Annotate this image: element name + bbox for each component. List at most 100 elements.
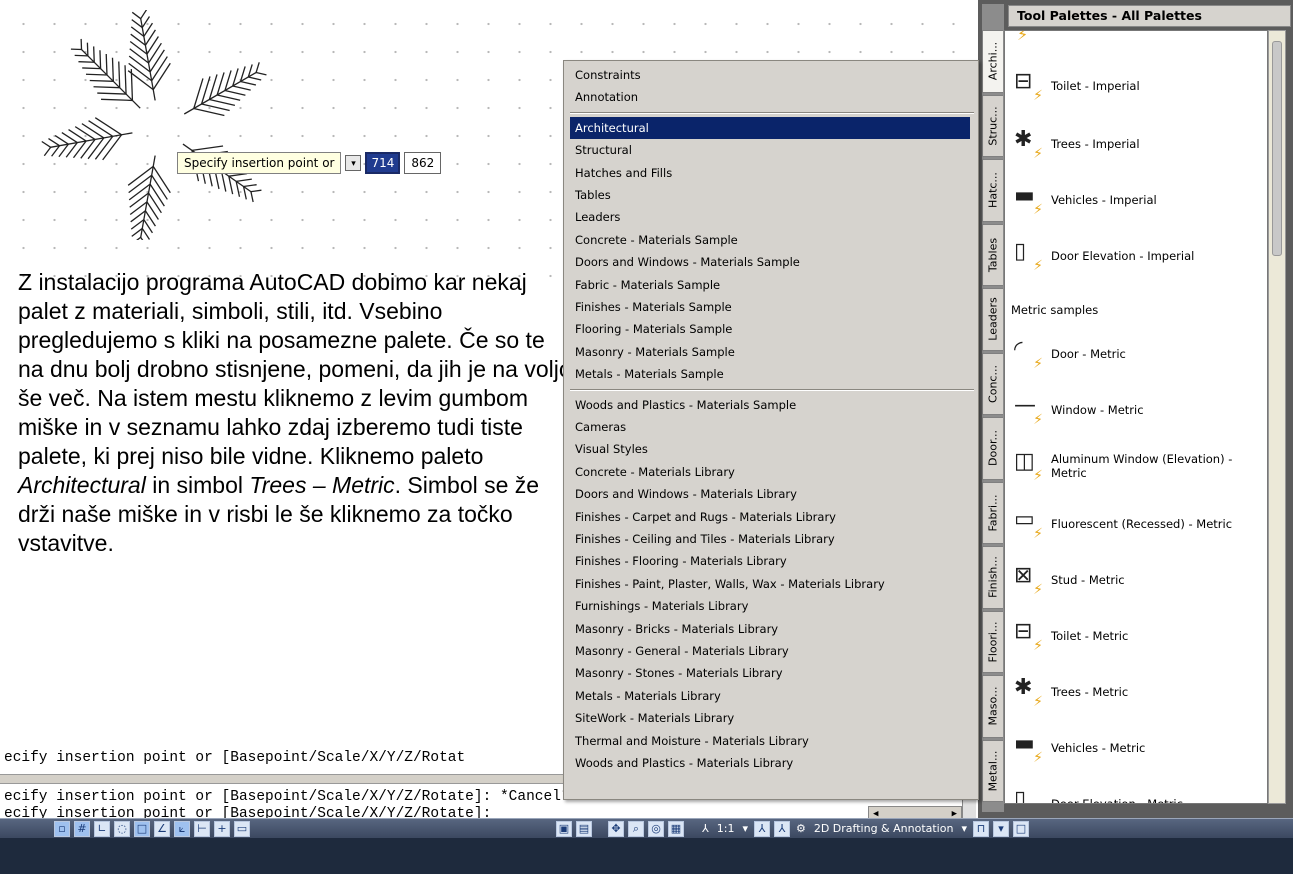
menu-item[interactable]: Architectural <box>570 116 970 139</box>
palette-tab-label: Fabri... <box>986 494 1000 532</box>
tool-item[interactable]: ⊠ ⚡ Stud - Metric <box>1011 563 1263 598</box>
polar-tracking-icon[interactable]: ◌ <box>114 820 130 837</box>
model-space-icon[interactable]: ▣ <box>556 820 572 837</box>
x-coordinate-input[interactable]: 714 <box>365 151 401 174</box>
palette-tab[interactable]: Fabri... <box>982 481 1003 544</box>
tool-item[interactable]: ◜ ⚡ Door - Metric <box>1011 337 1263 372</box>
menu-item[interactable]: Metals - Materials Library <box>570 685 970 707</box>
y-coordinate-input[interactable]: 862 <box>404 151 442 174</box>
palette-tab[interactable]: Leaders <box>982 288 1003 351</box>
tool-item[interactable]: ▯⚡ Door Elevation - Metric <box>1011 787 1263 804</box>
menu-item[interactable]: Structural <box>570 139 970 161</box>
menu-item[interactable]: Finishes - Materials Sample <box>570 296 970 318</box>
menu-item[interactable]: Finishes - Paint, Plaster, Walls, Wax - … <box>570 573 970 595</box>
menu-item[interactable]: Fabric - Materials Sample <box>570 274 970 296</box>
statusbar-menu-icon[interactable]: ▾ <box>992 820 1009 837</box>
palette-tab[interactable]: Hatc... <box>982 159 1003 222</box>
menu-item[interactable]: Masonry - Bricks - Materials Library <box>570 618 970 640</box>
menu-item[interactable]: Finishes - Ceiling and Tiles - Materials… <box>570 528 970 550</box>
tool-item[interactable]: — ⚡ Window - Metric <box>1011 393 1263 428</box>
tool-item[interactable]: ⊟ ⚡ Toilet - Metric <box>1011 619 1263 654</box>
menu-item[interactable]: Visual Styles <box>570 438 970 460</box>
3d-osnap-icon[interactable]: ∠ <box>154 820 170 837</box>
steering-wheel-icon[interactable]: ◎ <box>648 820 664 837</box>
dynamic-ucs-icon[interactable]: ⊢ <box>194 820 210 837</box>
menu-item[interactable]: Masonry - General - Materials Library <box>570 640 970 662</box>
layout-icon[interactable]: ▤ <box>576 820 592 837</box>
menu-item[interactable]: Finishes - Carpet and Rugs - Materials L… <box>570 506 970 528</box>
menu-item[interactable]: Thermal and Moisture - Materials Library <box>570 730 970 752</box>
annotation-scale[interactable]: 1:1 <box>717 822 735 835</box>
menu-item[interactable]: Masonry - Materials Sample <box>570 341 970 363</box>
partial-tool-icon[interactable]: ⚡ <box>1017 31 1028 44</box>
tool-item[interactable]: ◫ ⚡ Aluminum Window (Elevation) - Metric <box>1011 449 1263 484</box>
palette-tab[interactable]: Door... <box>982 417 1003 480</box>
pan-icon[interactable]: ✥ <box>608 820 624 837</box>
menu-item[interactable]: Tables <box>570 184 970 206</box>
menu-item[interactable]: Concrete - Materials Library <box>570 461 970 483</box>
menu-item[interactable]: Constraints <box>570 64 970 86</box>
palette-tab[interactable]: Finish... <box>982 546 1003 609</box>
menu-item[interactable]: Leaders <box>570 206 970 228</box>
palette-tab[interactable]: Struc... <box>982 94 1003 157</box>
menu-item[interactable]: Doors and Windows - Materials Library <box>570 483 970 505</box>
menu-item[interactable]: SiteWork - Materials Library <box>570 707 970 729</box>
scale-dropdown-icon[interactable]: ▾ <box>742 822 748 835</box>
dynamic-input-icon[interactable]: + <box>214 820 230 837</box>
snap-mode-icon[interactable]: ▫ <box>54 820 70 837</box>
workspace-switcher[interactable]: 2D Drafting & Annotation <box>814 822 954 835</box>
menu-item[interactable]: Finishes - Flooring - Materials Library <box>570 550 970 572</box>
tool-item[interactable]: ▬ ⚡ Vehicles - Metric <box>1011 731 1263 766</box>
menu-item[interactable]: Cameras <box>570 416 970 438</box>
down-arrow-icon[interactable]: ▾ <box>345 154 362 171</box>
palette-tab-label: Hatc... <box>986 172 1000 209</box>
tool-item[interactable]: ▯ ⚡ Door Elevation - Imperial <box>1011 239 1263 274</box>
palette-tab[interactable]: Metal... <box>982 739 1003 802</box>
menu-divider <box>570 388 974 391</box>
menu-item[interactable]: Doors and Windows - Materials Sample <box>570 251 970 273</box>
tool-item[interactable]: ▬ ⚡ Vehicles - Imperial <box>1011 183 1263 218</box>
palette-scroll-thumb[interactable] <box>1272 41 1282 256</box>
palette-tab[interactable]: Maso... <box>982 675 1003 738</box>
menu-item[interactable]: Flooring - Materials Sample <box>570 318 970 340</box>
clean-screen-icon[interactable]: □ <box>1012 820 1029 837</box>
lineweight-icon[interactable]: ▭ <box>234 820 250 837</box>
annotation-visibility-icon[interactable]: ⅄ <box>753 820 770 837</box>
tool-item[interactable]: ▭ ⚡ Fluorescent (Recessed) - Metric <box>1011 507 1263 542</box>
palette-title[interactable]: Tool Palettes - All Palettes <box>1008 5 1291 27</box>
tool-item[interactable]: ⊟ ⚡ Toilet - Imperial <box>1011 69 1263 104</box>
menu-item[interactable]: Furnishings - Materials Library <box>570 595 970 617</box>
status-bar: ▫ # ∟ ◌ □ ∠ ⟀ ⊢ + ▭ ▣ ▤ ✥ ⌕ ◎ ▦ ⅄ 1:1 ▾ … <box>0 818 1293 874</box>
auto-scale-icon[interactable]: ⅄ <box>773 820 790 837</box>
workspace-dropdown-icon[interactable]: ▾ <box>961 822 967 835</box>
palette-tab[interactable]: Archi... <box>982 30 1003 93</box>
palette-scrollbar[interactable] <box>1268 30 1286 804</box>
showmotion-icon[interactable]: ▦ <box>668 820 684 837</box>
tool-item[interactable]: ✱ ⚡ Trees - Imperial <box>1011 127 1263 162</box>
menu-item[interactable]: Annotation <box>570 86 970 108</box>
menu-item[interactable]: Metals - Materials Sample <box>570 363 970 385</box>
menu-item[interactable]: Woods and Plastics - Materials Sample <box>570 394 970 416</box>
zoom-icon[interactable]: ⌕ <box>628 820 644 837</box>
menu-item[interactable]: Masonry - Stones - Materials Library <box>570 662 970 684</box>
workspace-gear-icon[interactable]: ⚙ <box>796 822 806 835</box>
annotation-scale-icon[interactable]: ⅄ <box>702 822 709 835</box>
palette-tab[interactable]: Floori... <box>982 610 1003 673</box>
dynamic-input-tooltip: Specify insertion point or ▾ 714 862 <box>177 150 442 175</box>
palette-tab[interactable]: Tables <box>982 223 1003 286</box>
tool-item[interactable]: ✱ ⚡ Trees - Metric <box>1011 675 1263 710</box>
menu-divider <box>570 111 974 114</box>
ortho-mode-icon[interactable]: ∟ <box>94 820 110 837</box>
grid-display-icon[interactable]: # <box>74 820 90 837</box>
object-snap-tracking-icon[interactable]: ⟀ <box>174 820 190 837</box>
menu-item[interactable]: Concrete - Materials Sample <box>570 229 970 251</box>
palette-tab[interactable]: Conc... <box>982 352 1003 415</box>
tool-label: Door - Metric <box>1051 347 1126 361</box>
object-snap-icon[interactable]: □ <box>134 820 150 837</box>
lock-icon[interactable]: ⊓ <box>972 820 989 837</box>
menu-item[interactable]: Hatches and Fills <box>570 162 970 184</box>
tool-label: Door Elevation - Metric <box>1051 797 1183 804</box>
palette-tabs: Archi... Struc... Hatc... Tables Leaders Conc… <box>982 30 1004 804</box>
door-elevation-icon: ▯⚡ <box>1014 239 1043 274</box>
menu-item[interactable]: Woods and Plastics - Materials Library <box>570 752 970 774</box>
